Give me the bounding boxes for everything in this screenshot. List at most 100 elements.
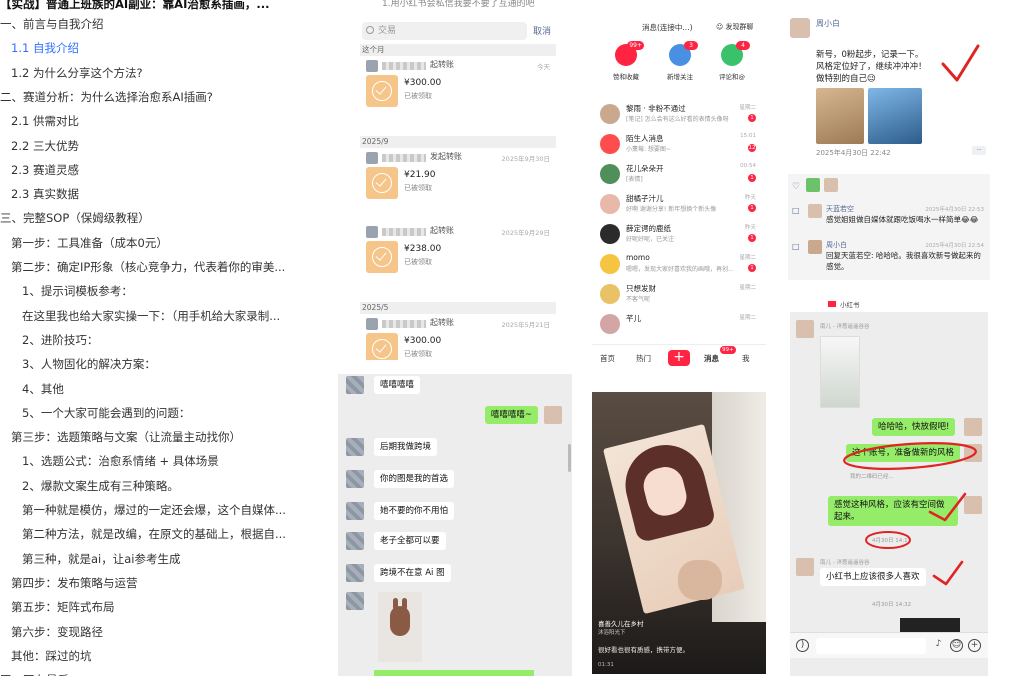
- conversation-row[interactable]: 甜橘子汁儿 好啊 谢谢分享! 新年想换个新头像 昨天 1: [598, 190, 758, 220]
- outline-item[interactable]: 1.1 自我介绍: [0, 36, 290, 60]
- conversation-time: 00:54: [740, 163, 756, 169]
- nav-messages[interactable]: 消息: [704, 353, 719, 364]
- video-screenshot[interactable]: 喜善久儿在乡村 沐浴阳光下 很好看也很有质感，携带方便。 01:31: [592, 392, 766, 674]
- quick-entry-label: 赞和收藏: [613, 73, 639, 81]
- discover-group-button[interactable]: ☺ 发现群聊: [716, 22, 754, 32]
- outline-item[interactable]: 第四步：发布策略与运营: [0, 571, 290, 595]
- avatar: [600, 134, 620, 154]
- cancel-button[interactable]: 取消: [533, 24, 551, 37]
- section-header: 2025/9: [360, 136, 556, 148]
- transfer-record[interactable]: 发起转账 2025年9月30日 ¥21.90 已被领取: [360, 150, 556, 218]
- video-subtitle: 沐浴阳光下: [598, 630, 626, 636]
- plush-toy-image[interactable]: [378, 592, 422, 662]
- post-username[interactable]: 周小白: [816, 18, 840, 29]
- plus-icon[interactable]: +: [968, 639, 981, 652]
- outline-item[interactable]: 第二种方法，就是改编，在原文的基础上，根据自...: [0, 522, 290, 546]
- outline-item[interactable]: 1、提示词模板参考：: [0, 279, 290, 303]
- conversation-row[interactable]: 黎雨 · 非粉不通过 [笔记] 怎么会有这么好看的表情头像呀 星期二 1: [598, 100, 758, 130]
- quick-entry[interactable]: 99+ 赞和收藏: [606, 41, 646, 81]
- outline-item[interactable]: 5、一个大家可能会遇到的问题：: [0, 401, 290, 425]
- conversation-row[interactable]: momo 嗯嗯，发现大家好喜欢我的画哦，再创... 星期二 1: [598, 250, 758, 280]
- outline-item[interactable]: 第六步：变现路径: [0, 620, 290, 644]
- comment-date: 2025年4月30日 22:54: [925, 243, 984, 249]
- emoji-icon[interactable]: ☺: [950, 639, 963, 652]
- avatar: [366, 318, 378, 330]
- conversation-preview: 好啊 谢谢分享! 新年想换个新头像: [626, 206, 717, 213]
- more-icon[interactable]: ..: [972, 145, 986, 155]
- transfer-record[interactable]: 起转账 2025年5月21日 ¥300.00 已被领取: [360, 316, 556, 360]
- outline-item[interactable]: 四、写在最后: [0, 668, 290, 676]
- outgoing-message: 这个账号，准备做新的风格: [846, 444, 961, 462]
- outline-item[interactable]: 在这里我也给大家实操一下：（用手机给大家录制...: [0, 304, 290, 328]
- outline-item[interactable]: 2.2 三大优势: [0, 134, 290, 158]
- outline-item[interactable]: 第一步：工具准备（成本0元）: [0, 231, 290, 255]
- outline-item[interactable]: 第一种就是模仿，爆过的一定还会爆，这个自媒体...: [0, 498, 290, 522]
- outgoing-bubble-partial: [374, 670, 534, 676]
- search-input[interactable]: 交易: [362, 22, 527, 40]
- conversation-name: 芊儿: [626, 314, 641, 323]
- outline-item[interactable]: 2、进阶技巧：: [0, 328, 290, 352]
- outline-item[interactable]: 一、前言与自我介绍: [0, 12, 290, 36]
- outline-item[interactable]: 第三步：选题策略与文案（让流量主动找你）: [0, 425, 290, 449]
- quick-entry-label: 新增关注: [667, 73, 693, 81]
- outline-item[interactable]: 2.3 真实数据: [0, 182, 290, 206]
- outline-item[interactable]: 3、人物固化的解决方案：: [0, 352, 290, 376]
- publish-plus-button[interactable]: +: [668, 350, 690, 366]
- transfer-received-icon: [366, 333, 398, 360]
- timestamp: 4月30日 14:11: [872, 538, 912, 544]
- nav-me[interactable]: 我: [742, 353, 750, 364]
- conversation-time: 昨天: [744, 225, 756, 231]
- outline-item[interactable]: 2、爆款文案生成有三种策略。: [0, 474, 290, 498]
- transfer-status: 已被领取: [404, 258, 432, 266]
- voice-icon[interactable]: ): [796, 639, 809, 652]
- post-image[interactable]: [816, 88, 864, 144]
- blurred-name: [382, 62, 426, 70]
- search-placeholder: 交易: [378, 26, 397, 36]
- conversation-row[interactable]: 芊儿 星期二: [598, 310, 758, 340]
- transfer-amount: ¥21.90: [404, 170, 436, 180]
- conversation-row[interactable]: 陌生人消息 小薰莓: 想要图~ 15:01 12: [598, 130, 758, 160]
- outline-item[interactable]: 二、赛道分析：为什么选择治愈系AI插画?: [0, 85, 290, 109]
- chat-screenshot: 嘻嘻嘻嘻 嘻嘻嘻嘻~ 后期我做跨境 你的图是我的首选 她不要的你不用怕 老子全都可以要 跨境…: [338, 374, 572, 676]
- conversation-time: 星期二: [739, 315, 756, 321]
- avatar: [346, 376, 364, 394]
- outline-item[interactable]: 第二步：确定IP形象（核心竞争力，代表着你的审美...: [0, 255, 290, 279]
- unread-badge: 12: [748, 144, 756, 152]
- outgoing-message: 嘻嘻嘻嘻~: [484, 406, 538, 424]
- outline-item[interactable]: 4、其他: [0, 377, 290, 401]
- conversation-row[interactable]: 只想发财 不客气呢 星期二: [598, 280, 758, 310]
- outline-item[interactable]: 1.2 为什么分享这个方法?: [0, 61, 290, 85]
- conversation-preview: [表情]: [626, 176, 643, 183]
- scrollbar[interactable]: [568, 444, 571, 472]
- avatar: [346, 532, 364, 550]
- outline-item[interactable]: 1、选题公式：治愈系情绪 + 具体场景: [0, 449, 290, 473]
- outline-item[interactable]: 2.3 赛道灵感: [0, 158, 290, 182]
- conversation-row[interactable]: 薛定谔的鹿纸 好呢好呢，已关注 昨天 1: [598, 220, 758, 250]
- conversation-time: 星期二: [739, 285, 756, 291]
- message-input[interactable]: [816, 638, 926, 654]
- conversation-row[interactable]: 花儿朵朵开 [表情] 00:54 1: [598, 160, 758, 190]
- incoming-message: 老子全都可以要: [374, 532, 446, 550]
- mic-icon[interactable]: ♪: [932, 639, 945, 652]
- conversation-name: 薛定谔的鹿纸: [626, 224, 671, 233]
- outline-item[interactable]: 其他：踩过的坑: [0, 644, 290, 668]
- unread-badge: 1: [748, 204, 756, 212]
- outline-item[interactable]: 第五步：矩阵式布局: [0, 595, 290, 619]
- moments-post-screenshot: 周小白 新号，0粉起步，记录一下。 风格定位好了，继续冲冲冲！ 做特别的自己😉 …: [784, 14, 990, 164]
- outline-item[interactable]: 2.1 供需对比: [0, 109, 290, 133]
- shared-screenshot-image[interactable]: [820, 336, 860, 408]
- comment-author: 周小白: [826, 241, 847, 249]
- outline-item[interactable]: 三、完整SOP（保姆级教程）: [0, 206, 290, 230]
- nav-hot[interactable]: 热门: [636, 353, 651, 364]
- conversation-name: momo: [626, 253, 650, 262]
- quick-entry[interactable]: 3 新增关注: [660, 41, 700, 81]
- post-image[interactable]: [868, 88, 922, 144]
- nav-home[interactable]: 首页: [600, 353, 615, 364]
- quick-entry[interactable]: 4 评论和@: [712, 41, 752, 81]
- chat-input-bar: ) ♪ ☺ +: [790, 632, 988, 658]
- avatar: [600, 164, 620, 184]
- outline-item[interactable]: 第三种，就是ai，让ai参考生成: [0, 547, 290, 571]
- transfer-record[interactable]: 起转账 今天 ¥300.00 已被领取: [360, 58, 556, 126]
- transfer-record[interactable]: 起转账 2025年9月29日 ¥238.00 已被领取: [360, 224, 556, 292]
- transfer-status: 已被领取: [404, 92, 432, 100]
